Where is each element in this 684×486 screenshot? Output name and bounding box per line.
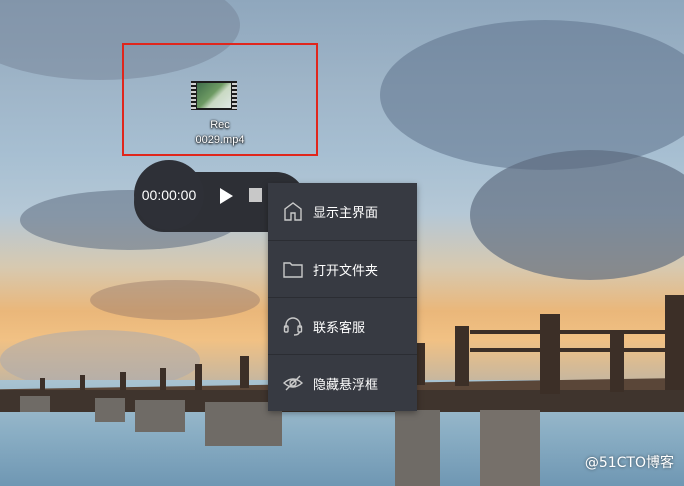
bridge-pier bbox=[480, 410, 540, 486]
timer-text: 00:00:00 bbox=[141, 187, 197, 203]
bridge-post bbox=[610, 330, 624, 392]
menu-item-hide-float[interactable]: 隐藏悬浮框 bbox=[268, 354, 417, 411]
menu-item-label: 隐藏悬浮框 bbox=[313, 378, 379, 393]
bridge-post bbox=[160, 368, 166, 390]
context-menu: 显示主界面 打开文件夹 联系客服 隐藏悬浮框 bbox=[268, 183, 417, 411]
bridge-rail bbox=[470, 330, 684, 334]
bridge-post bbox=[120, 372, 126, 390]
headset-icon bbox=[283, 317, 303, 336]
play-icon[interactable] bbox=[220, 188, 233, 204]
menu-item-label: 显示主界面 bbox=[313, 206, 379, 221]
cloud bbox=[380, 20, 684, 170]
bridge-pier bbox=[95, 398, 125, 422]
video-file-icon bbox=[191, 81, 237, 110]
cloud bbox=[90, 280, 260, 320]
menu-item-label: 联系客服 bbox=[313, 321, 366, 336]
folder-icon bbox=[283, 262, 303, 278]
menu-item-contact-support[interactable]: 联系客服 bbox=[268, 297, 417, 354]
eye-off-icon bbox=[282, 375, 304, 391]
menu-item-open-folder[interactable]: 打开文件夹 bbox=[268, 240, 417, 297]
bridge-pier bbox=[395, 410, 440, 486]
cloud bbox=[470, 150, 684, 280]
bridge-post bbox=[40, 378, 45, 390]
menu-item-show-main[interactable]: 显示主界面 bbox=[268, 183, 417, 240]
bridge-post bbox=[195, 364, 202, 390]
desktop-file-video[interactable]: Rec 0029.mp4 bbox=[122, 43, 318, 156]
bridge-post bbox=[540, 314, 560, 394]
bridge-post bbox=[80, 375, 85, 390]
bridge-post bbox=[417, 343, 425, 385]
bridge-post bbox=[455, 326, 469, 386]
file-name-label: Rec 0029.mp4 bbox=[195, 119, 245, 146]
bridge-pier bbox=[20, 396, 50, 412]
bridge-post bbox=[665, 295, 684, 390]
bridge-pier bbox=[135, 400, 185, 432]
stop-icon[interactable] bbox=[249, 188, 262, 202]
menu-item-label: 打开文件夹 bbox=[313, 264, 379, 279]
recording-timer: 00:00:00 bbox=[134, 160, 204, 230]
bridge-rail bbox=[470, 348, 684, 352]
home-icon bbox=[284, 202, 302, 221]
watermark: @51CTO博客 bbox=[584, 455, 674, 471]
bridge-post bbox=[240, 356, 249, 388]
